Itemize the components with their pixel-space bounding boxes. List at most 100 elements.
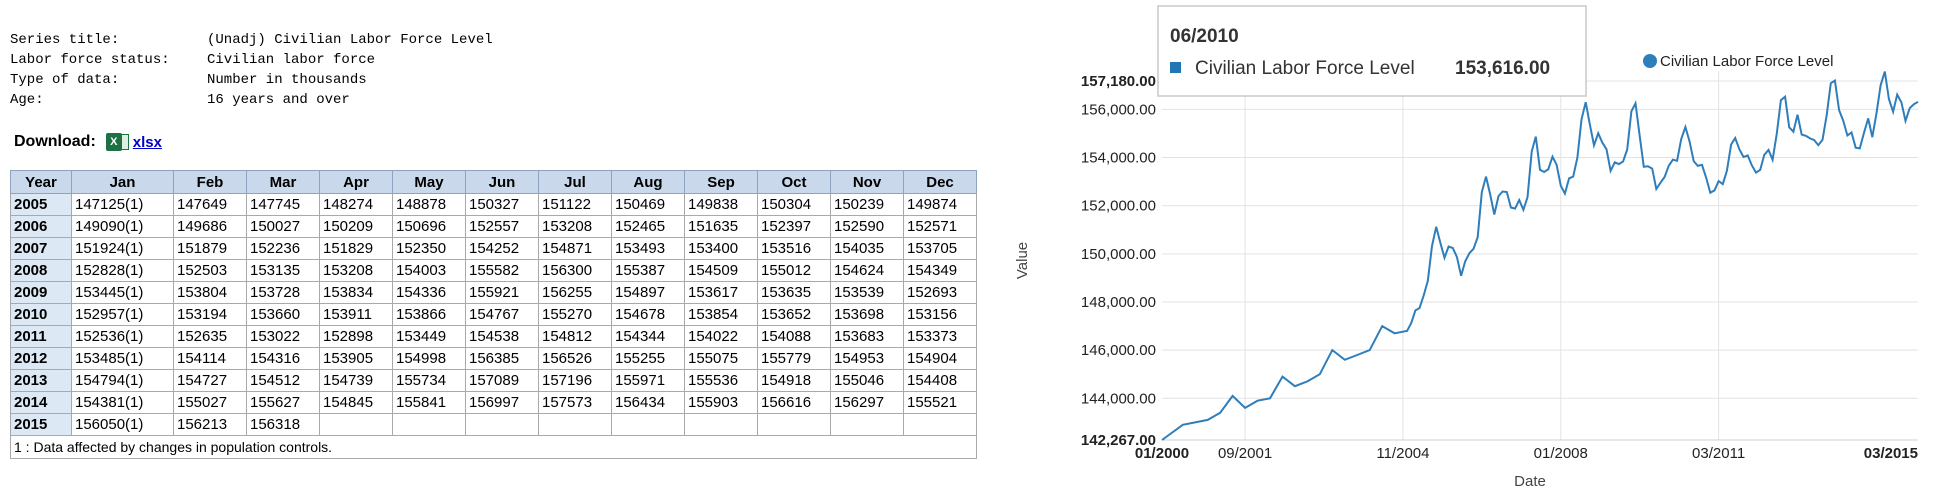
table-cell: 154897 bbox=[611, 281, 685, 304]
table-cell: 153135 bbox=[246, 259, 320, 282]
table-cell: 153866 bbox=[392, 303, 466, 326]
excel-icon[interactable]: X bbox=[105, 133, 122, 151]
table-cell: 154953 bbox=[830, 347, 904, 370]
table-cell: 153449 bbox=[392, 325, 466, 348]
xlsx-download-link[interactable]: xlsx bbox=[133, 134, 162, 151]
table-row: 2009 153445(1) 153804 153728 153834 154336 155… bbox=[10, 281, 977, 304]
meta-value: Civilian labor force bbox=[207, 52, 376, 68]
table-cell: 150239 bbox=[830, 193, 904, 216]
table-cell: 153905 bbox=[319, 347, 393, 370]
y-tick-label: 150,000.00 bbox=[1081, 246, 1156, 263]
table-cell: 152957(1) bbox=[71, 303, 174, 326]
table-cell bbox=[465, 413, 539, 436]
meta-row-age: Age: 16 years and over bbox=[10, 90, 493, 110]
table-cell bbox=[830, 413, 904, 436]
table-row: 2011 152536(1) 152635 153022 152898 153449 154… bbox=[10, 325, 977, 348]
table-cell: 154035 bbox=[830, 237, 904, 260]
y-tick-label: 156,000.00 bbox=[1081, 101, 1156, 118]
table-cell: 152350 bbox=[392, 237, 466, 260]
table-cell: 153834 bbox=[319, 281, 393, 304]
table-cell: 153660 bbox=[246, 303, 320, 326]
table-cell bbox=[538, 413, 612, 436]
series-metadata: Series title: (Unadj) Civilian Labor Forc… bbox=[10, 30, 493, 110]
meta-key: Age: bbox=[10, 92, 44, 108]
table-cell: 157089 bbox=[465, 369, 539, 392]
table-cell: 155521 bbox=[903, 391, 977, 414]
table-row: 2006 149090(1) 149686 150027 150209 150696 152… bbox=[10, 215, 977, 238]
table-cell: 154624 bbox=[830, 259, 904, 282]
table-cell bbox=[903, 413, 977, 436]
table-cell: 148274 bbox=[319, 193, 393, 216]
table-cell: 147649 bbox=[173, 193, 247, 216]
table-header-row: Year Jan Feb Mar Apr May Jun Jul Aug Sep Oct Nov Dec bbox=[10, 170, 977, 194]
table-cell: 156434 bbox=[611, 391, 685, 414]
meta-row-type-of-data: Type of data: Number in thousands bbox=[10, 70, 493, 90]
table-cell: 152635 bbox=[173, 325, 247, 348]
table-row: 2010 152957(1) 153194 153660 153911 153866 154… bbox=[10, 303, 977, 326]
table-cell: 154408 bbox=[903, 369, 977, 392]
table-cell: 152397 bbox=[757, 215, 831, 238]
table-cell: 153683 bbox=[830, 325, 904, 348]
data-table: Year Jan Feb Mar Apr May Jun Jul Aug Sep Oct Nov Dec… bbox=[10, 170, 977, 459]
meta-key: Series title: bbox=[10, 32, 120, 48]
table-cell: 154316 bbox=[246, 347, 320, 370]
table-cell: 147745 bbox=[246, 193, 320, 216]
table-cell: 153400 bbox=[684, 237, 758, 260]
table-cell: 156255 bbox=[538, 281, 612, 304]
y-tick-label: 146,000.00 bbox=[1081, 342, 1156, 359]
table-cell: 155536 bbox=[684, 369, 758, 392]
table-cell: 155734 bbox=[392, 369, 466, 392]
column-header: May bbox=[392, 170, 466, 194]
legend[interactable]: Civilian Labor Force Level bbox=[1643, 53, 1833, 70]
table-row: 2014 154381(1) 155027 155627 154845 155841 156… bbox=[10, 391, 977, 414]
table-cell: 153539 bbox=[830, 281, 904, 304]
year-cell: 2013 bbox=[10, 369, 72, 392]
table-cell: 152503 bbox=[173, 259, 247, 282]
table-cell: 149686 bbox=[173, 215, 247, 238]
table-cell: 154538 bbox=[465, 325, 539, 348]
column-header: Dec bbox=[903, 170, 977, 194]
table-cell: 151635 bbox=[684, 215, 758, 238]
table-cell: 154336 bbox=[392, 281, 466, 304]
table-cell: 149874 bbox=[903, 193, 977, 216]
table-row: 2007 151924(1) 151879 152236 151829 152350 154… bbox=[10, 237, 977, 260]
meta-value: (Unadj) Civilian Labor Force Level bbox=[207, 32, 493, 48]
table-cell bbox=[757, 413, 831, 436]
table-cell: 155903 bbox=[684, 391, 758, 414]
table-cell bbox=[611, 413, 685, 436]
table-cell: 154727 bbox=[173, 369, 247, 392]
table-cell: 152465 bbox=[611, 215, 685, 238]
table-cell: 152828(1) bbox=[71, 259, 174, 282]
year-cell: 2015 bbox=[10, 413, 72, 436]
footnote: 1 : Data affected by changes in populati… bbox=[10, 435, 977, 459]
table-cell: 150304 bbox=[757, 193, 831, 216]
meta-value: Number in thousands bbox=[207, 72, 367, 88]
table-cell: 155075 bbox=[684, 347, 758, 370]
column-header: Oct bbox=[757, 170, 831, 194]
table-cell: 154349 bbox=[903, 259, 977, 282]
excel-doc-icon bbox=[120, 134, 129, 150]
table-cell: 154998 bbox=[392, 347, 466, 370]
x-tick-label: 03/2011 bbox=[1692, 445, 1745, 462]
table-cell: 155971 bbox=[611, 369, 685, 392]
table-cell: 150696 bbox=[392, 215, 466, 238]
year-cell: 2005 bbox=[10, 193, 72, 216]
table-cell: 153208 bbox=[538, 215, 612, 238]
table-cell: 156297 bbox=[830, 391, 904, 414]
table-body: 2005 147125(1) 147649 147745 148274 148878 150… bbox=[10, 193, 977, 459]
column-header: Jun bbox=[465, 170, 539, 194]
table-cell: 153635 bbox=[757, 281, 831, 304]
y-tick-label: 152,000.00 bbox=[1081, 198, 1156, 215]
table-cell: 153728 bbox=[246, 281, 320, 304]
table-row: 2015 156050(1) 156213 156318 bbox=[10, 413, 977, 436]
table-cell: 153208 bbox=[319, 259, 393, 282]
legend-marker bbox=[1643, 54, 1657, 68]
table-cell: 150027 bbox=[246, 215, 320, 238]
meta-row-labor-force-status: Labor force status: Civilian labor force bbox=[10, 50, 493, 70]
table-cell: 155779 bbox=[757, 347, 831, 370]
table-cell: 151829 bbox=[319, 237, 393, 260]
y-tick-label: 148,000.00 bbox=[1081, 294, 1156, 311]
table-cell: 154678 bbox=[611, 303, 685, 326]
table-cell: 155255 bbox=[611, 347, 685, 370]
column-header: Aug bbox=[611, 170, 685, 194]
